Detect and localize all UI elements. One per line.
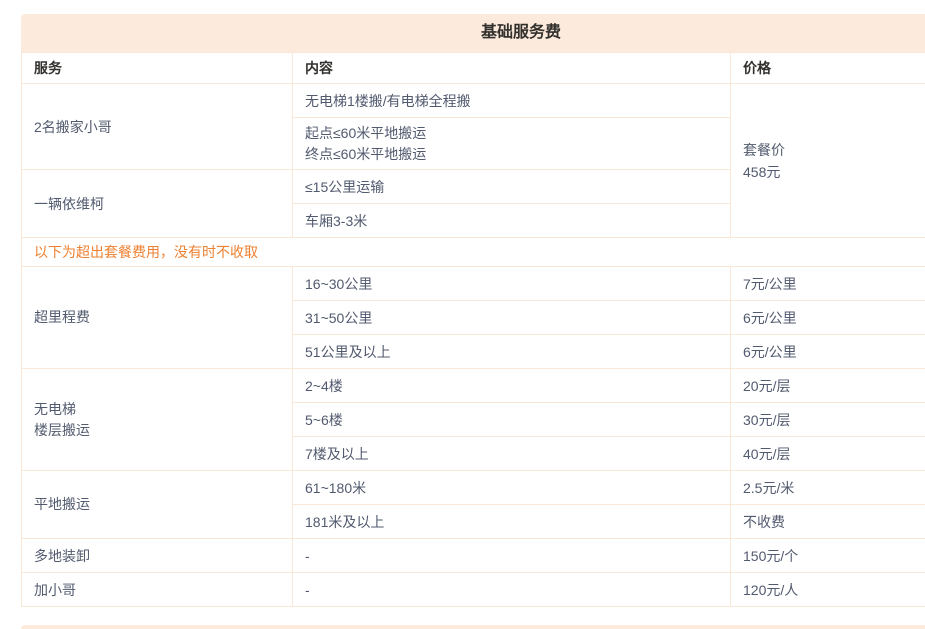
service-line: 楼层搬运 xyxy=(34,420,292,441)
price-cell: 6元/公里 xyxy=(731,301,925,335)
package-price-value: 458元 xyxy=(743,161,925,183)
price-cell-package: 套餐价 458元 xyxy=(731,84,925,238)
content-cell: 5~6楼 xyxy=(293,403,731,437)
table-row: 加小哥 - 120元/人 xyxy=(22,573,925,607)
table-title: 基础服务费 xyxy=(21,14,925,52)
next-section-band xyxy=(21,625,925,629)
price-cell: 7元/公里 xyxy=(731,267,925,301)
content-cell: 181米及以上 xyxy=(293,505,731,539)
service-line: 无电梯 xyxy=(34,399,292,420)
column-header-row: 服务 内容 价格 xyxy=(22,53,925,84)
content-cell: 7楼及以上 xyxy=(293,437,731,471)
content-line: 终点≤60米平地搬运 xyxy=(305,144,730,165)
table-row: 平地搬运 61~180米 2.5元/米 xyxy=(22,471,925,505)
price-cell: 40元/层 xyxy=(731,437,925,471)
notice-text: 以下为超出套餐费用，没有时不收取 xyxy=(22,238,925,267)
content-cell: 起点≤60米平地搬运 终点≤60米平地搬运 xyxy=(293,118,731,170)
service-line: 平地搬运 xyxy=(34,494,292,515)
column-header-content: 内容 xyxy=(293,53,731,84)
pricing-table-section: 基础服务费 服务 内容 价格 2名搬家小哥 无电梯1楼搬/有电梯全程搬 套餐价 … xyxy=(21,14,925,607)
table-row: 2名搬家小哥 无电梯1楼搬/有电梯全程搬 套餐价 458元 xyxy=(22,84,925,118)
price-cell: 20元/层 xyxy=(731,369,925,403)
content-cell: 16~30公里 xyxy=(293,267,731,301)
service-line: 超里程费 xyxy=(34,307,292,328)
column-header-service: 服务 xyxy=(22,53,293,84)
price-cell: 150元/个 xyxy=(731,539,925,573)
content-cell: 31~50公里 xyxy=(293,301,731,335)
price-cell: 6元/公里 xyxy=(731,335,925,369)
table-row: 无电梯 楼层搬运 2~4楼 20元/层 xyxy=(22,369,925,403)
service-cell-van: 一辆依维柯 xyxy=(22,170,293,238)
content-cell: 车厢3-3米 xyxy=(293,204,731,238)
service-cell-extra-mover: 加小哥 xyxy=(22,573,293,607)
price-cell: 不收费 xyxy=(731,505,925,539)
service-cell-flat: 平地搬运 xyxy=(22,471,293,539)
table-row: 超里程费 16~30公里 7元/公里 xyxy=(22,267,925,301)
service-cell-mileage: 超里程费 xyxy=(22,267,293,369)
content-cell: 51公里及以上 xyxy=(293,335,731,369)
content-cell: 无电梯1楼搬/有电梯全程搬 xyxy=(293,84,731,118)
notice-row: 以下为超出套餐费用，没有时不收取 xyxy=(22,238,925,267)
service-cell-floors: 无电梯 楼层搬运 xyxy=(22,369,293,471)
content-cell: ≤15公里运输 xyxy=(293,170,731,204)
content-cell: 2~4楼 xyxy=(293,369,731,403)
price-cell: 2.5元/米 xyxy=(731,471,925,505)
content-cell: 61~180米 xyxy=(293,471,731,505)
price-cell: 30元/层 xyxy=(731,403,925,437)
pricing-table: 服务 内容 价格 2名搬家小哥 无电梯1楼搬/有电梯全程搬 套餐价 458元 起… xyxy=(21,52,925,607)
content-line: 起点≤60米平地搬运 xyxy=(305,123,730,144)
price-cell: 120元/人 xyxy=(731,573,925,607)
service-cell-movers: 2名搬家小哥 xyxy=(22,84,293,170)
table-row: 多地装卸 - 150元/个 xyxy=(22,539,925,573)
package-price-label: 套餐价 xyxy=(743,139,925,161)
service-cell-multistop: 多地装卸 xyxy=(22,539,293,573)
content-cell: - xyxy=(293,573,731,607)
content-cell: - xyxy=(293,539,731,573)
column-header-price: 价格 xyxy=(731,53,925,84)
